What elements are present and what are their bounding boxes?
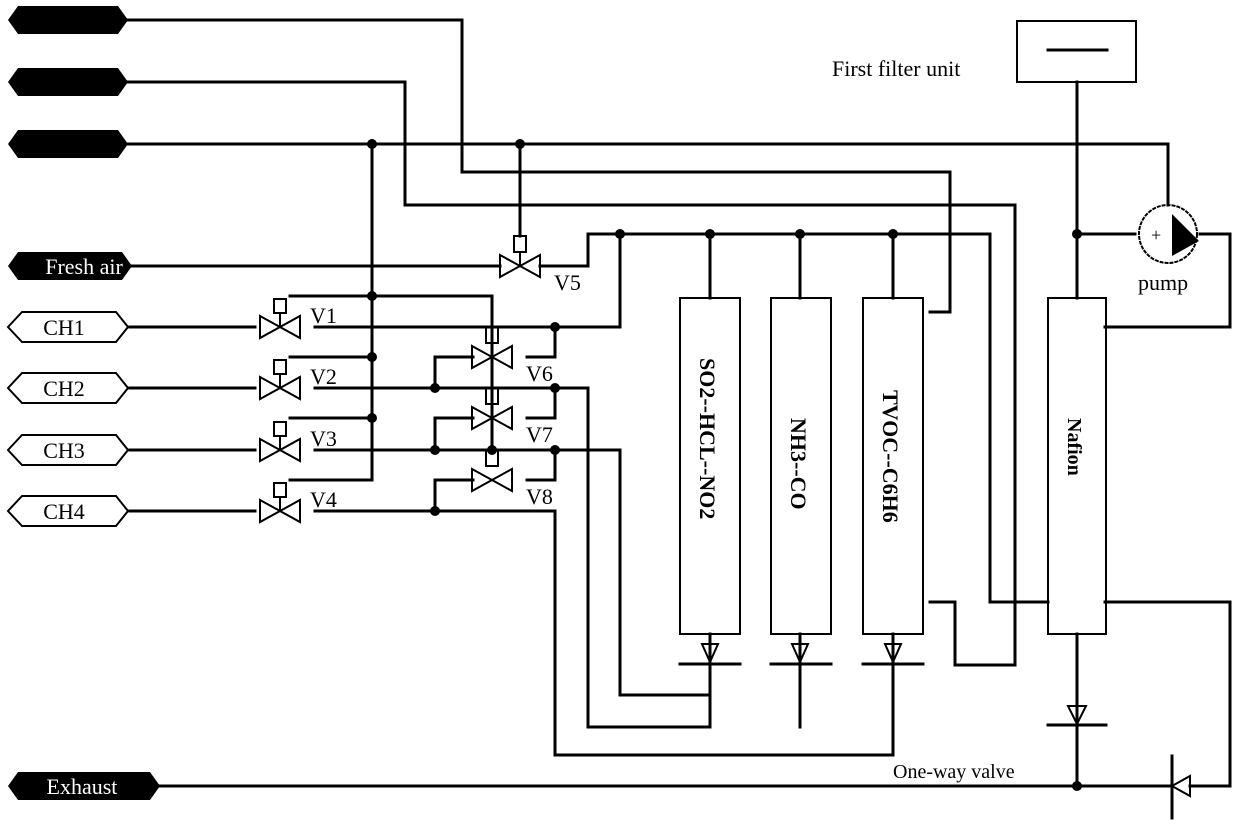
sensor-label-2: NH3--CO [786, 418, 811, 510]
pipe-top2 [106, 80, 1017, 667]
port-label-ch2: CH2 [43, 376, 85, 401]
valve-v1: V1 [259, 298, 337, 340]
port-label-fresh-air: Fresh air [45, 254, 123, 279]
valve-label-v4: V4 [310, 487, 337, 512]
pump-plus-sign: + [1151, 225, 1161, 245]
valve-label-v5: V5 [554, 270, 581, 295]
pipe-top3 [106, 142, 1170, 207]
pipe-v7-out [525, 386, 557, 420]
port-label-ch4: CH4 [43, 499, 85, 524]
valve-label-v1: V1 [310, 303, 337, 328]
pipe-v6-in [433, 355, 475, 390]
pipe-top1 [106, 18, 952, 314]
port-top2 [8, 68, 128, 96]
filter-label: First filter unit [832, 56, 960, 81]
gas-flow-diagram: Fresh air CH1 CH2 CH3 CH4 Exhaust V1 V2 … [6, 6, 1232, 820]
port-label-ch1: CH1 [43, 315, 85, 340]
pipe-v3-out [313, 448, 622, 697]
valve-label-v7: V7 [526, 422, 553, 447]
pipe-v7-in [433, 416, 475, 452]
nafion-dryer: Nafion [1047, 297, 1107, 635]
pump-arrow-icon [1172, 214, 1199, 256]
pipe-v6-out [525, 325, 557, 359]
sensor-tvoc-c6h6: TVOC--C6H6 [862, 297, 924, 635]
valve-label-v6: V6 [526, 361, 553, 386]
valve-label-v8: V8 [526, 484, 553, 509]
port-exhaust: Exhaust [8, 772, 160, 800]
nafion-label: Nafion [1063, 418, 1085, 476]
port-fresh-air: Fresh air [8, 252, 132, 280]
pump: + pump [1138, 204, 1199, 295]
sensor-nh3-co: NH3--CO [770, 297, 832, 635]
sensor-label-3: TVOC--C6H6 [878, 390, 903, 523]
pipe-v8-out [525, 448, 557, 482]
port-label-ch3: CH3 [43, 438, 85, 463]
junctions [367, 139, 1082, 791]
one-way-valve-label: One-way valve [893, 761, 1015, 783]
check-valve-bypass [1169, 754, 1191, 820]
pump-label: pump [1138, 270, 1188, 295]
port-top3 [8, 130, 128, 158]
port-ch4: CH4 [6, 495, 130, 527]
port-ch1: CH1 [6, 311, 130, 343]
port-ch2: CH2 [6, 372, 130, 404]
pipe-nafion-bypass [1103, 600, 1232, 788]
valve-v3: V3 [259, 421, 337, 463]
valve-label-v3: V3 [310, 426, 337, 451]
port-ch3: CH3 [6, 434, 130, 466]
pipe-v8-in [433, 478, 475, 513]
port-label-exhaust: Exhaust [47, 774, 118, 799]
sensor-so2-hcl-no2: SO2--HCL--NO2 [679, 297, 741, 635]
valve-v4: V4 [259, 482, 337, 524]
valve-v2: V2 [259, 359, 337, 401]
first-filter-unit: First filter unit [832, 20, 1137, 83]
valve-label-v2: V2 [310, 364, 337, 389]
pipes [106, 18, 1232, 788]
port-top1 [8, 6, 128, 34]
pipe-v2-out [313, 386, 712, 729]
sensor-label-1: SO2--HCL--NO2 [695, 358, 720, 519]
